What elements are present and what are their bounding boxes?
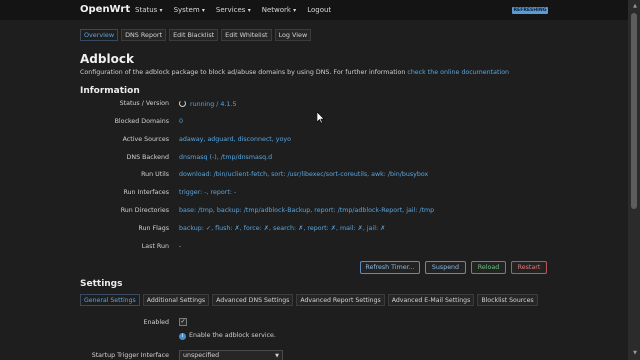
mouse-cursor-icon: [317, 112, 325, 124]
info-label: Run Directories: [120, 207, 169, 214]
info-value: trigger: -, report: -: [179, 189, 237, 196]
info-value: running / 4.1.5: [179, 100, 236, 108]
tab-overview[interactable]: Overview: [80, 29, 119, 41]
tab-general-settings[interactable]: General Settings: [80, 294, 140, 306]
description-text: Configuration of the adblock package to …: [80, 69, 406, 76]
info-label: Run Utils: [141, 171, 169, 178]
menu-services[interactable]: Services ▾: [216, 6, 251, 14]
page-title: Adblock: [80, 52, 134, 66]
info-row-dns-backend: DNS Backend dnsmasq (-), /tmp/dnsmasq.d: [80, 154, 580, 164]
scroll-down-icon[interactable]: ▼: [633, 350, 637, 356]
info-icon: i: [179, 333, 186, 340]
refreshing-badge[interactable]: REFRESHING: [512, 7, 548, 14]
info-label: Status / Version: [119, 100, 169, 107]
tab-log-view[interactable]: Log View: [274, 29, 312, 41]
enabled-label: Enabled: [143, 319, 169, 326]
brand-logo[interactable]: OpenWrt: [80, 4, 130, 15]
info-label: DNS Backend: [126, 154, 169, 161]
information-section-title: Information: [80, 86, 140, 96]
info-label: Blocked Domains: [114, 118, 169, 125]
info-row-run-interfaces: Run Interfaces trigger: -, report: -: [80, 189, 580, 199]
info-value: adaway, adguard, disconnect, yoyo: [179, 136, 291, 143]
page-scrollbar[interactable]: ▲ ▼: [628, 0, 640, 360]
chevron-down-icon: ▾: [201, 7, 205, 14]
info-row-run-utils: Run Utils download: /bin/uclient-fetch, …: [80, 171, 580, 181]
spinner-icon: [179, 100, 186, 107]
tab-advanced-dns-settings[interactable]: Advanced DNS Settings: [212, 294, 294, 306]
info-label: Run Flags: [138, 225, 169, 232]
chevron-down-icon: ▾: [247, 7, 251, 14]
main-menu: Status ▾ System ▾ Services ▾ Network ▾ L…: [135, 6, 342, 14]
info-value: 0: [179, 118, 184, 125]
chevron-down-icon: ▾: [159, 7, 163, 14]
reload-button[interactable]: Reload: [471, 261, 506, 274]
menu-status[interactable]: Status ▾: [135, 6, 163, 14]
tab-blocklist-sources[interactable]: Blocklist Sources: [477, 294, 538, 306]
info-row-active-sources: Active Sources adaway, adguard, disconne…: [80, 136, 580, 146]
menu-logout[interactable]: Logout: [307, 6, 331, 14]
startup-trigger-label: Startup Trigger Interface: [91, 352, 169, 359]
documentation-link[interactable]: check the online documentation: [407, 69, 509, 76]
info-value: download: /bin/uclient-fetch, sort: /usr…: [179, 171, 429, 178]
info-row-run-flags: Run Flags backup: ✓, flush: ✗, force: ✗,…: [80, 225, 580, 235]
tab-edit-blacklist[interactable]: Edit Blacklist: [169, 29, 219, 41]
scroll-up-icon[interactable]: ▲: [633, 3, 637, 9]
info-row-last-run: Last Run -: [80, 243, 580, 253]
menu-system[interactable]: System ▾: [174, 6, 205, 14]
refresh-timer-button[interactable]: Refresh Timer...: [360, 261, 420, 274]
page-tabs: Overview DNS Report Edit Blacklist Edit …: [80, 29, 312, 41]
settings-section-title: Settings: [80, 279, 123, 289]
chevron-down-icon: ▼: [275, 353, 279, 359]
page-description: Configuration of the adblock package to …: [80, 69, 509, 76]
tab-additional-settings[interactable]: Additional Settings: [142, 294, 210, 306]
tab-edit-whitelist[interactable]: Edit Whitelist: [221, 29, 272, 41]
enabled-hint: i Enable the adblock service.: [179, 332, 276, 340]
top-navigation-bar: OpenWrt Status ▾ System ▾ Services ▾ Net…: [0, 0, 628, 20]
info-label: Run Interfaces: [123, 189, 169, 196]
info-label: Last Run: [141, 243, 169, 250]
tab-advanced-report-settings[interactable]: Advanced Report Settings: [296, 294, 385, 306]
tab-advanced-email-settings[interactable]: Advanced E-Mail Settings: [387, 294, 475, 306]
suspend-button[interactable]: Suspend: [425, 261, 466, 274]
check-icon: ✓: [180, 318, 186, 325]
info-value: dnsmasq (-), /tmp/dnsmasq.d: [179, 154, 273, 161]
info-value: -: [179, 243, 182, 250]
info-row-status: Status / Version running / 4.1.5: [80, 100, 580, 110]
scrollbar-thumb[interactable]: [631, 13, 637, 209]
chevron-down-icon: ▾: [293, 7, 297, 14]
settings-tabs: General Settings Additional Settings Adv…: [80, 294, 538, 306]
startup-trigger-select[interactable]: unspecified ▼: [179, 350, 283, 360]
enabled-checkbox[interactable]: ✓: [179, 318, 187, 326]
info-row-blocked-domains: Blocked Domains 0: [80, 118, 580, 128]
info-value: base: /tmp, backup: /tmp/adblock-Backup,…: [179, 207, 435, 214]
info-row-run-directories: Run Directories base: /tmp, backup: /tmp…: [80, 207, 580, 217]
tab-dns-report[interactable]: DNS Report: [121, 29, 167, 41]
info-label: Active Sources: [122, 136, 169, 143]
menu-network[interactable]: Network ▾: [262, 6, 296, 14]
restart-button[interactable]: Restart: [511, 261, 547, 274]
info-value: backup: ✓, flush: ✗, force: ✗, search: ✗…: [179, 225, 386, 232]
